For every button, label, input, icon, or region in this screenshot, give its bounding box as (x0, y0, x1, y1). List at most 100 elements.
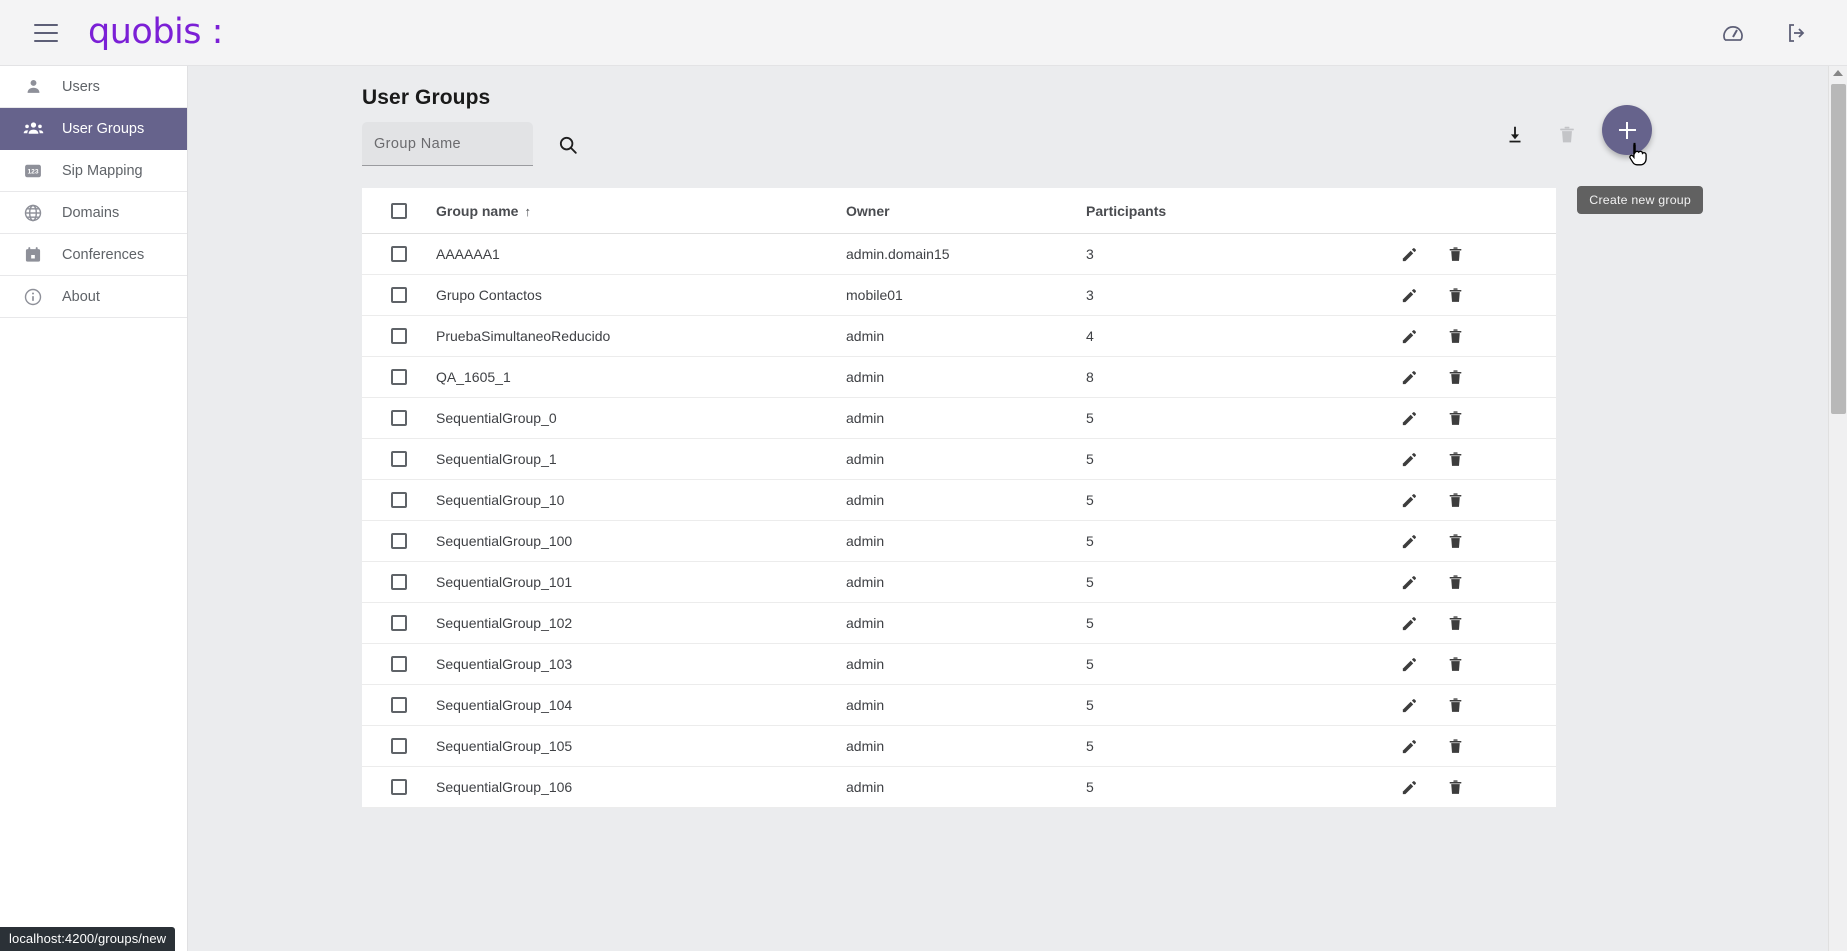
trash-icon[interactable] (1444, 366, 1466, 388)
row-checkbox[interactable] (391, 369, 407, 385)
sidebar-item-domains[interactable]: Domains (0, 192, 187, 234)
sidebar-item-label: User Groups (62, 120, 145, 137)
pencil-icon[interactable] (1398, 243, 1420, 265)
trash-icon[interactable] (1444, 284, 1466, 306)
pencil-icon[interactable] (1398, 530, 1420, 552)
row-checkbox[interactable] (391, 492, 407, 508)
pencil-icon[interactable] (1398, 735, 1420, 757)
row-checkbox[interactable] (391, 246, 407, 262)
numbers-icon: 123 (22, 160, 44, 182)
hamburger-bar (34, 23, 58, 26)
row-checkbox[interactable] (391, 328, 407, 344)
select-all-checkbox[interactable] (391, 202, 407, 219)
row-checkbox[interactable] (391, 615, 407, 631)
row-checkbox[interactable] (391, 656, 407, 672)
trash-icon[interactable] (1444, 571, 1466, 593)
bulk-delete-icon[interactable] (1552, 120, 1582, 150)
table-row[interactable]: SequentialGroup_102 admin 5 (362, 603, 1556, 644)
hamburger-menu-icon[interactable] (34, 23, 58, 42)
trash-icon[interactable] (1444, 530, 1466, 552)
logout-icon[interactable] (1783, 19, 1811, 47)
cell-group-name: PruebaSimultaneoReducido (436, 328, 611, 344)
table-row[interactable]: SequentialGroup_103 admin 5 (362, 644, 1556, 685)
create-new-group-button[interactable] (1602, 105, 1652, 155)
table-row[interactable]: SequentialGroup_106 admin 5 (362, 767, 1556, 808)
sidebar-item-sip-mapping[interactable]: 123 Sip Mapping (0, 150, 187, 192)
row-checkbox[interactable] (391, 738, 407, 754)
row-checkbox[interactable] (391, 451, 407, 467)
sidebar-navigation: Users User Groups 123 Sip Mapping Domain… (0, 66, 188, 951)
table-row[interactable]: SequentialGroup_100 admin 5 (362, 521, 1556, 562)
row-checkbox[interactable] (391, 779, 407, 795)
row-checkbox[interactable] (391, 287, 407, 303)
cell-owner: admin (846, 451, 885, 467)
table-row[interactable]: SequentialGroup_105 admin 5 (362, 726, 1556, 767)
row-actions (1356, 325, 1556, 347)
page-scrollbar[interactable] (1828, 66, 1847, 951)
trash-icon[interactable] (1444, 735, 1466, 757)
sidebar-item-user-groups[interactable]: User Groups (0, 108, 187, 150)
trash-icon[interactable] (1444, 407, 1466, 429)
cell-group-name: SequentialGroup_102 (436, 615, 573, 631)
row-actions (1356, 489, 1556, 511)
table-row[interactable]: SequentialGroup_104 admin 5 (362, 685, 1556, 726)
pencil-icon[interactable] (1398, 653, 1420, 675)
main-content: User Groups Group Name Create new group … (188, 66, 1828, 951)
row-checkbox[interactable] (391, 410, 407, 426)
pencil-icon[interactable] (1398, 407, 1420, 429)
cell-owner: admin (846, 779, 885, 795)
trash-icon[interactable] (1444, 612, 1466, 634)
trash-icon[interactable] (1444, 694, 1466, 716)
cell-participants: 3 (1086, 246, 1094, 262)
pencil-icon[interactable] (1398, 366, 1420, 388)
scroll-up-arrow-icon[interactable] (1833, 70, 1843, 76)
sidebar-item-users[interactable]: Users (0, 66, 187, 108)
sidebar-item-conferences[interactable]: Conferences (0, 234, 187, 276)
table-row[interactable]: SequentialGroup_1 admin 5 (362, 439, 1556, 480)
cell-group-name: QA_1605_1 (436, 369, 511, 385)
pencil-icon[interactable] (1398, 489, 1420, 511)
table-row[interactable]: SequentialGroup_101 admin 5 (362, 562, 1556, 603)
table-row[interactable]: PruebaSimultaneoReducido admin 4 (362, 316, 1556, 357)
table-row[interactable]: AAAAAA1 admin.domain15 3 (362, 234, 1556, 275)
pencil-icon[interactable] (1398, 612, 1420, 634)
column-header-owner[interactable]: Owner (846, 203, 1086, 219)
table-row[interactable]: QA_1605_1 admin 8 (362, 357, 1556, 398)
row-actions (1356, 448, 1556, 470)
row-actions (1356, 407, 1556, 429)
table-row[interactable]: SequentialGroup_10 admin 5 (362, 480, 1556, 521)
table-row[interactable]: SequentialGroup_0 admin 5 (362, 398, 1556, 439)
cell-owner: mobile01 (846, 287, 903, 303)
row-checkbox[interactable] (391, 533, 407, 549)
pencil-icon[interactable] (1398, 448, 1420, 470)
row-checkbox[interactable] (391, 697, 407, 713)
table-row[interactable]: Grupo Contactos mobile01 3 (362, 275, 1556, 316)
download-icon[interactable] (1500, 120, 1530, 150)
column-header-participants[interactable]: Participants (1086, 203, 1356, 219)
pencil-icon[interactable] (1398, 325, 1420, 347)
search-field-wrapper[interactable] (362, 122, 533, 166)
trash-icon[interactable] (1444, 489, 1466, 511)
search-icon[interactable] (555, 132, 581, 158)
pencil-icon[interactable] (1398, 284, 1420, 306)
pencil-icon[interactable] (1398, 571, 1420, 593)
row-checkbox[interactable] (391, 574, 407, 590)
topbar-actions (1719, 19, 1811, 47)
sidebar-item-about[interactable]: About (0, 276, 187, 318)
trash-icon[interactable] (1444, 243, 1466, 265)
trash-icon[interactable] (1444, 325, 1466, 347)
sort-ascending-icon: ↑ (524, 203, 531, 219)
pencil-icon[interactable] (1398, 694, 1420, 716)
cell-participants: 5 (1086, 656, 1094, 672)
cell-group-name: Grupo Contactos (436, 287, 542, 303)
speedometer-icon[interactable] (1719, 19, 1747, 47)
scrollbar-thumb[interactable] (1831, 84, 1846, 414)
trash-icon[interactable] (1444, 776, 1466, 798)
search-area (362, 122, 581, 166)
cell-group-name: SequentialGroup_100 (436, 533, 573, 549)
trash-icon[interactable] (1444, 653, 1466, 675)
pencil-icon[interactable] (1398, 776, 1420, 798)
trash-icon[interactable] (1444, 448, 1466, 470)
column-header-group-name[interactable]: Group name ↑ (436, 203, 846, 219)
search-input[interactable] (374, 135, 521, 152)
